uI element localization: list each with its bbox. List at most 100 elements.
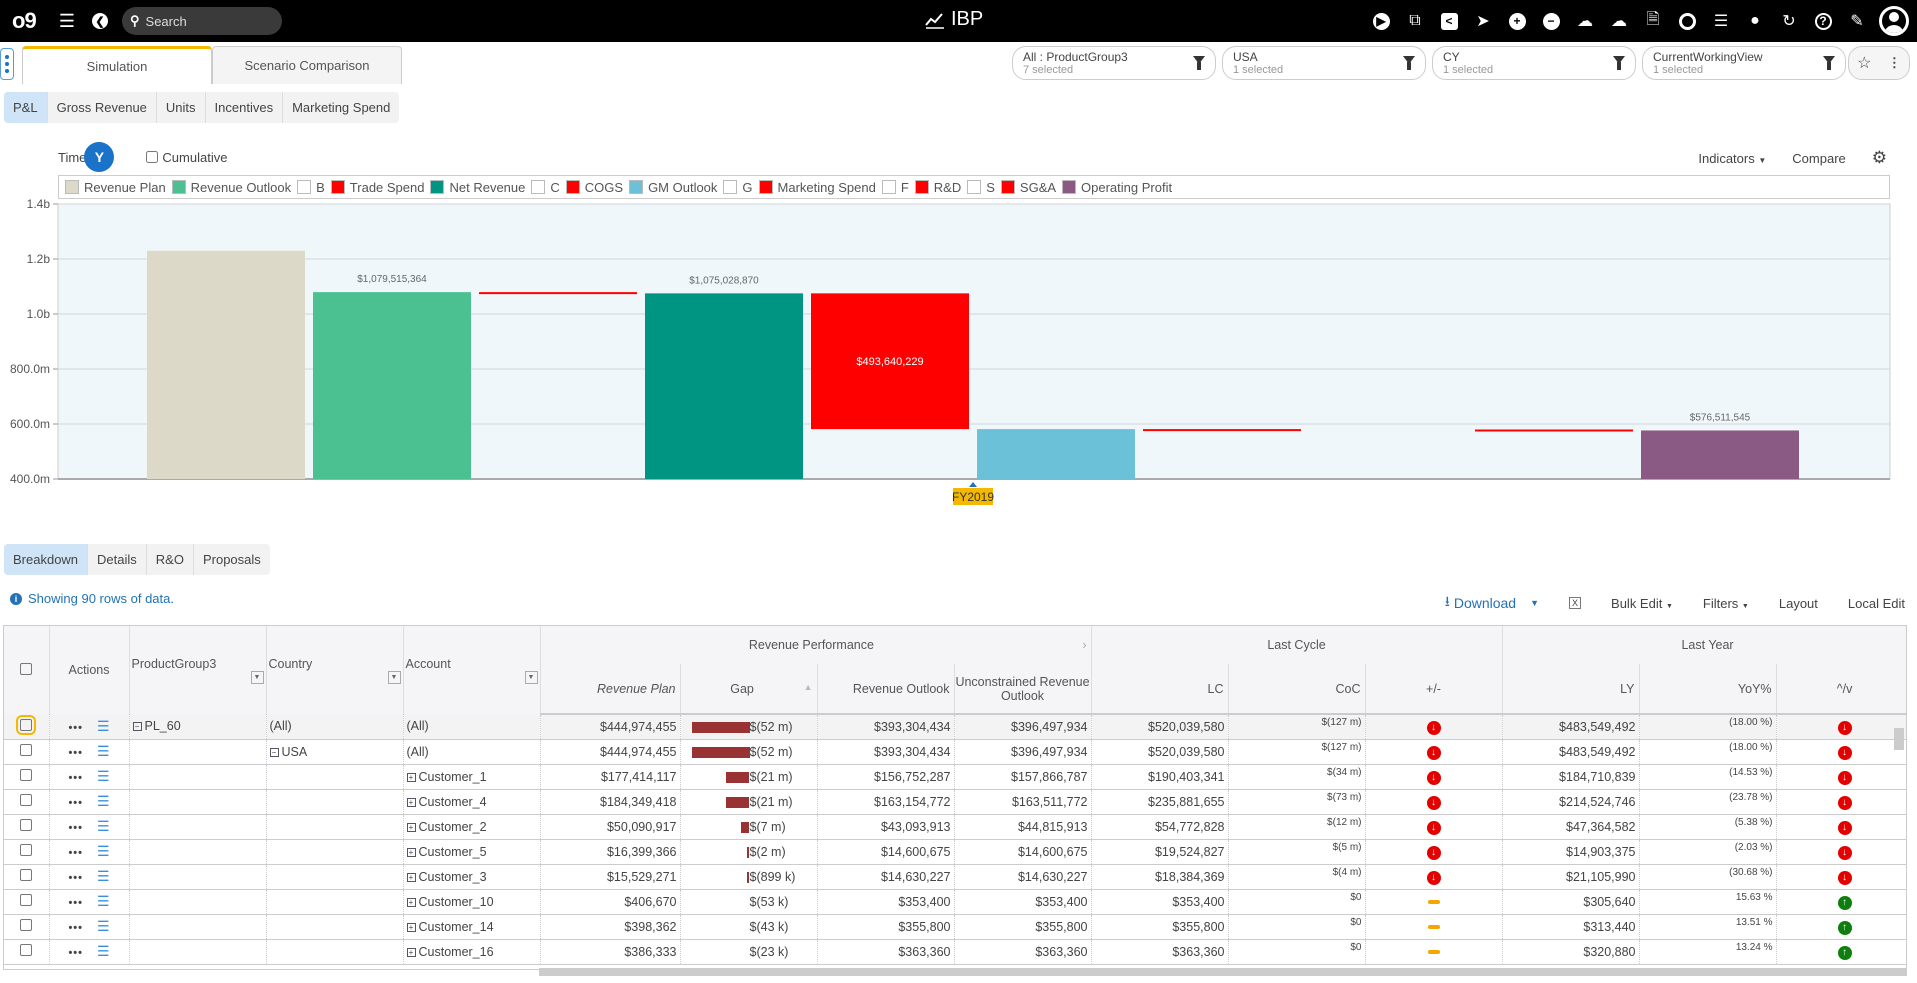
expand-icon[interactable]: + (406, 822, 416, 832)
row-menu-icon[interactable]: ☰ (97, 718, 110, 734)
unconstrained-outlook-cell[interactable]: $396,497,934 (954, 739, 1092, 765)
expand-icon[interactable]: + (406, 897, 416, 907)
row-menu-icon[interactable]: ☰ (97, 793, 110, 809)
cloud-upload-icon[interactable]: ☁ (1573, 7, 1597, 35)
table-row[interactable]: ••• ☰ + Customer_16 $386,333 $(23 k) $363,360 $… (4, 939, 1906, 965)
pdf-icon[interactable]: 🗎 (1641, 7, 1665, 35)
more-actions-icon[interactable]: ••• (68, 922, 83, 934)
star-icon[interactable]: ☆ (1857, 53, 1871, 73)
revenue-plan-cell[interactable]: $444,974,455 (540, 714, 681, 740)
revenue-outlook-cell[interactable]: $393,304,434 (817, 714, 955, 740)
local-edit-button[interactable]: Local Edit (1848, 596, 1905, 611)
help-icon[interactable]: ? (1811, 7, 1835, 35)
col-revenue-outlook[interactable]: Revenue Outlook (817, 664, 955, 715)
play-icon[interactable]: ▶ (1369, 7, 1393, 35)
legend-item[interactable]: Net Revenue (430, 180, 525, 195)
compare-button[interactable]: Compare (1792, 151, 1845, 166)
comment-icon[interactable]: ● (1743, 7, 1767, 35)
row-menu-icon[interactable]: ☰ (97, 893, 110, 909)
row-checkbox[interactable] (20, 869, 33, 881)
col-up-down[interactable]: ^/v (1776, 664, 1906, 715)
revenue-plan-cell[interactable]: $386,333 (540, 939, 681, 965)
select-all-checkbox[interactable] (20, 662, 33, 675)
filters-dropdown[interactable]: Filters ▼ (1703, 596, 1749, 611)
hamburger-menu-icon[interactable]: ☰ (56, 10, 78, 32)
legend-item[interactable]: R&D (914, 180, 961, 195)
col-account[interactable]: Account ▼ (403, 626, 541, 714)
filter-time[interactable]: CY 1 selected (1432, 46, 1636, 80)
unconstrained-outlook-cell[interactable]: $163,511,772 (954, 789, 1092, 815)
copy-icon[interactable]: ⧉ (1403, 7, 1427, 35)
col-coc[interactable]: CoC (1228, 664, 1366, 715)
revenue-plan-cell[interactable]: $184,349,418 (540, 789, 681, 815)
collapse-icon[interactable]: − (132, 722, 142, 732)
filter-productgroup[interactable]: All : ProductGroup3 7 selected (1012, 46, 1216, 80)
download-button[interactable]: ⭳ Download ▼ (1445, 591, 1539, 615)
row-checkbox[interactable] (20, 744, 33, 756)
row-checkbox[interactable] (20, 769, 33, 781)
search-box[interactable]: ⚲ (122, 7, 282, 35)
time-level-button[interactable]: Y (84, 142, 115, 172)
revenue-plan-cell[interactable]: $177,414,117 (540, 764, 681, 790)
gear-icon[interactable]: ⚙ (1872, 148, 1887, 168)
horizontal-scrollbar[interactable] (539, 968, 1907, 976)
col-productgroup3[interactable]: ProductGroup3 ▼ (129, 626, 267, 714)
chevron-right-icon[interactable]: › (1082, 638, 1086, 652)
row-menu-icon[interactable]: ☰ (97, 818, 110, 834)
tab-r-and-o[interactable]: R&O (147, 544, 194, 575)
subtab-gross-revenue[interactable]: Gross Revenue (48, 92, 157, 123)
expand-icon[interactable]: + (406, 872, 416, 882)
revenue-plan-cell[interactable]: $16,399,366 (540, 839, 681, 865)
column-filter-icon[interactable]: ▼ (524, 670, 538, 684)
revenue-plan-cell[interactable]: $444,974,455 (540, 739, 681, 765)
col-country[interactable]: Country ▼ (266, 626, 404, 714)
app-logo[interactable]: o9 (12, 8, 37, 34)
indicators-dropdown[interactable]: Indicators ▼ (1698, 151, 1766, 166)
filter-country[interactable]: USA 1 selected (1222, 46, 1426, 80)
revenue-plan-cell[interactable]: $50,090,917 (540, 814, 681, 840)
user-avatar-icon[interactable] (1879, 6, 1909, 36)
revenue-outlook-cell[interactable]: $14,630,227 (817, 864, 955, 890)
subtab-incentives[interactable]: Incentives (206, 92, 284, 123)
more-actions-icon[interactable]: ••• (68, 797, 83, 809)
revenue-outlook-cell[interactable]: $363,360 (817, 939, 955, 965)
table-row[interactable]: ••• ☰ + Customer_3 $15,529,271 $(899 k) $14,63… (4, 864, 1906, 890)
table-row[interactable]: ••• ☰ + Customer_1 $177,414,117 $(21 m) $156,7… (4, 764, 1906, 790)
row-menu-icon[interactable]: ☰ (97, 943, 110, 959)
more-actions-icon[interactable]: ••• (68, 872, 83, 884)
expand-icon[interactable]: + (406, 847, 416, 857)
tab-proposals[interactable]: Proposals (194, 544, 270, 575)
list-icon[interactable]: ☰ (1709, 7, 1733, 35)
cloud-download-icon[interactable]: ☁ (1607, 7, 1631, 35)
vertical-scrollbar[interactable] (1894, 728, 1904, 750)
more-vertical-icon[interactable]: ⋮ (1888, 55, 1901, 71)
subtab-pnl[interactable]: P&L (4, 92, 48, 123)
revenue-plan-cell[interactable]: $406,670 (540, 889, 681, 915)
edit-icon[interactable]: ✎ (1845, 7, 1869, 35)
revenue-outlook-cell[interactable]: $14,600,675 (817, 839, 955, 865)
expand-icon[interactable]: + (406, 797, 416, 807)
col-gap[interactable]: Gap ▲ (680, 664, 818, 715)
legend-item[interactable]: C (531, 180, 560, 195)
column-filter-icon[interactable]: ▼ (250, 670, 264, 684)
unconstrained-outlook-cell[interactable]: $355,800 (954, 914, 1092, 940)
revenue-outlook-cell[interactable]: $43,093,913 (817, 814, 955, 840)
revenue-plan-cell[interactable]: $398,362 (540, 914, 681, 940)
row-menu-icon[interactable]: ☰ (97, 768, 110, 784)
target-icon[interactable] (1675, 7, 1699, 35)
tab-scenario-comparison[interactable]: Scenario Comparison (212, 46, 402, 84)
column-filter-icon[interactable]: ▼ (387, 670, 401, 684)
unconstrained-outlook-cell[interactable]: $396,497,934 (954, 714, 1092, 740)
col-yoy[interactable]: YoY% (1639, 664, 1777, 715)
layout-button[interactable]: Layout (1779, 596, 1818, 611)
search-input[interactable] (145, 13, 266, 29)
legend-item[interactable]: COGS (565, 180, 623, 195)
bulk-edit-dropdown[interactable]: Bulk Edit ▼ (1611, 596, 1673, 611)
table-row[interactable]: ••• ☰ + Customer_4 $184,349,418 $(21 m) $163,1… (4, 789, 1906, 815)
row-menu-icon[interactable]: ☰ (97, 743, 110, 759)
row-checkbox[interactable] (20, 919, 33, 931)
table-row[interactable]: ••• ☰ + Customer_10 $406,670 $(53 k) $353,400 $… (4, 889, 1906, 915)
legend-item[interactable]: Marketing Spend (758, 180, 876, 195)
cumulative-checkbox[interactable] (146, 151, 159, 163)
row-menu-icon[interactable]: ☰ (97, 868, 110, 884)
